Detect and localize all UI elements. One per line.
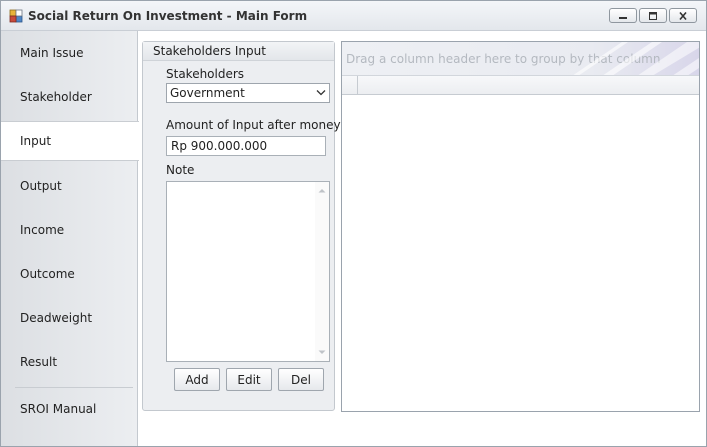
note-scrollbar[interactable] <box>315 182 329 361</box>
amount-label: Amount of Input after moneytize <box>166 118 363 132</box>
note-label: Note <box>166 163 195 177</box>
nav-item-label: Outcome <box>20 267 75 281</box>
main-window: Social Return On Investment - Main Form … <box>0 0 707 447</box>
nav-item-label: Result <box>20 355 58 369</box>
navigation-sidebar: Main Issue Stakeholder Input Output Inco… <box>1 31 139 446</box>
close-button[interactable] <box>669 8 697 23</box>
stakeholders-dropdown[interactable]: Government <box>166 83 330 103</box>
nav-item-main-issue[interactable]: Main Issue <box>1 33 138 73</box>
edit-button[interactable]: Edit <box>226 368 272 391</box>
nav-item-result[interactable]: Result <box>1 342 138 382</box>
nav-item-sroi-manual[interactable]: SROI Manual <box>1 389 138 429</box>
nav-separator <box>15 387 133 388</box>
nav-item-label: Main Issue <box>20 46 84 60</box>
maximize-button[interactable] <box>639 8 667 23</box>
close-icon <box>679 11 687 20</box>
nav-item-label: Income <box>20 223 65 237</box>
scroll-down-icon[interactable] <box>318 350 326 355</box>
nav-item-label: SROI Manual <box>20 402 97 416</box>
nav-item-label: Input <box>20 134 52 148</box>
note-textarea[interactable] <box>166 181 330 362</box>
amount-input[interactable]: Rp 900.000.000 <box>166 136 326 156</box>
nav-item-stakeholder[interactable]: Stakeholder <box>1 77 138 117</box>
chevron-down-icon[interactable] <box>316 89 326 97</box>
group-panel-decoration <box>573 42 699 75</box>
stakeholders-selected-value: Government <box>170 86 245 100</box>
maximize-icon <box>649 11 657 20</box>
grid-group-panel[interactable]: Drag a column header here to group by th… <box>342 42 699 76</box>
nav-item-outcome[interactable]: Outcome <box>1 254 138 294</box>
delete-button[interactable]: Del <box>278 368 324 391</box>
minimize-button[interactable] <box>609 8 637 23</box>
row-indicator-header[interactable] <box>342 76 358 94</box>
add-button[interactable]: Add <box>174 368 220 391</box>
nav-item-label: Stakeholder <box>20 90 92 104</box>
nav-item-label: Deadweight <box>20 311 93 325</box>
scroll-up-icon[interactable] <box>318 188 326 193</box>
data-grid[interactable]: Drag a column header here to group by th… <box>341 41 700 412</box>
window-title: Social Return On Investment - Main Form <box>28 9 308 23</box>
stakeholders-input-group: Stakeholders Input Stakeholders Governme… <box>142 41 362 411</box>
nav-item-deadweight[interactable]: Deadweight <box>1 298 138 338</box>
nav-item-output[interactable]: Output <box>1 166 138 206</box>
nav-item-label: Output <box>20 179 62 193</box>
title-bar[interactable]: Social Return On Investment - Main Form <box>1 1 706 31</box>
minimize-icon <box>619 16 627 19</box>
grid-column-header-row[interactable] <box>342 76 699 95</box>
nav-item-income[interactable]: Income <box>1 210 138 250</box>
nav-item-input[interactable]: Input <box>1 121 139 161</box>
app-icon <box>9 9 23 23</box>
group-title: Stakeholders Input <box>143 42 334 61</box>
stakeholders-label: Stakeholders <box>166 67 245 81</box>
